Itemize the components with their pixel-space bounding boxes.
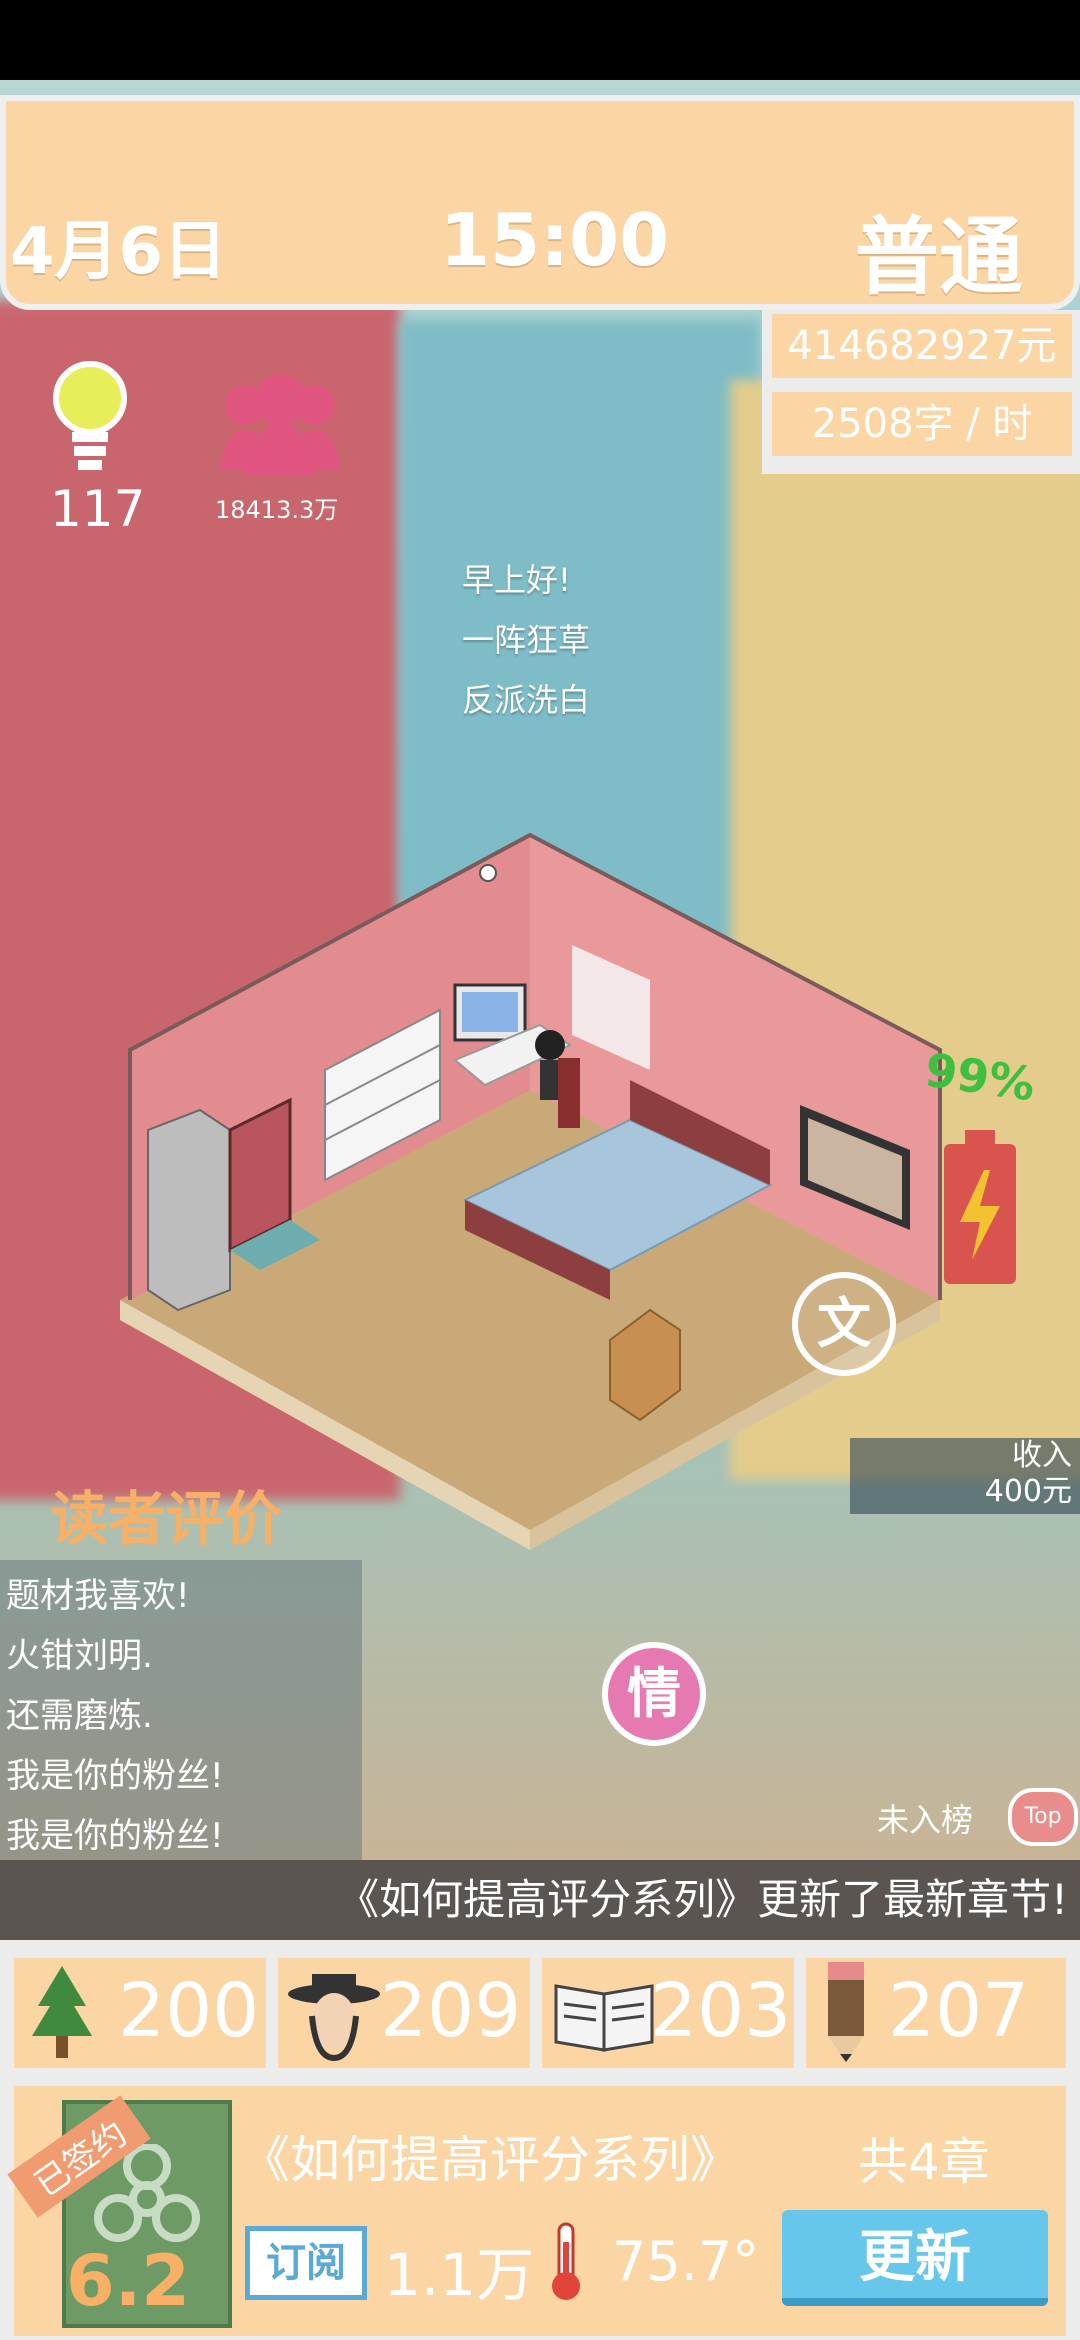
fans-icon[interactable] [215,370,345,480]
book-icon [554,1984,654,2052]
subscriber-count: 1.1万 [384,2241,535,2309]
balance-value: 414682927元 [772,314,1072,378]
rank-label: 未入榜 [877,1801,974,1839]
review-item: 还需磨炼. [6,1696,153,1736]
thermometer-icon [552,2222,580,2300]
inspiration-value: 117 [50,480,146,538]
writing-speed: 2508字 / 时 [772,392,1072,456]
rank-top-button[interactable]: Top [1008,1788,1078,1846]
review-item: 火钳刘明. [6,1636,153,1676]
review-item: 题材我喜欢! [6,1576,190,1616]
writing-button[interactable]: 文 [792,1272,896,1376]
income-panel: 收入 400元 [850,1438,1080,1514]
time-label: 15:00 [440,198,670,282]
pencil-icon [828,1962,864,2062]
attribute-value: 200 [118,1968,260,2054]
book-rating: 6.2 [66,2240,191,2322]
message-line: 早上好! [462,561,571,599]
update-button[interactable]: 更新 [782,2210,1048,2306]
news-ticker: 《如何提高评分系列》更新了最新章节! [0,1860,1080,1940]
heat-value: 75.7° [612,2230,760,2293]
date-label: 4月6日 [10,215,228,289]
romance-button[interactable]: 情 [602,1642,706,1746]
attribute-value: 209 [380,1968,522,2054]
reviews-title: 读者评价 [50,1485,283,1553]
message-line: 反派洗白 [462,681,591,719]
difficulty-mode[interactable]: 普通 [855,190,1023,311]
review-item: 我是你的粉丝! [6,1816,224,1856]
message-line: 一阵狂草 [462,621,591,659]
income-value: 400元 [984,1474,1072,1509]
character-icon [288,1974,380,2062]
subscribe-label: 订阅 [245,2226,367,2300]
battery-icon[interactable] [940,1130,1020,1290]
lightbulb-icon[interactable] [50,360,130,480]
income-label: 收入 [1012,1438,1072,1473]
book-title: 《如何提高评分系列》 [240,2131,740,2189]
fans-value: 18413.3万 [215,496,339,524]
chapter-count: 共4章 [858,2133,990,2191]
attribute-value: 207 [888,1968,1030,2054]
isometric-room[interactable] [110,830,970,1550]
status-bar [0,0,1080,80]
attribute-value: 203 [650,1968,792,2054]
reviews-list: 题材我喜欢! 火钳刘明. 还需磨炼. 我是你的粉丝! 我是你的粉丝! [0,1560,362,1860]
tree-icon [32,1966,92,2058]
review-item: 我是你的粉丝! [6,1756,224,1796]
money-panel: 414682927元 2508字 / 时 [762,310,1080,474]
